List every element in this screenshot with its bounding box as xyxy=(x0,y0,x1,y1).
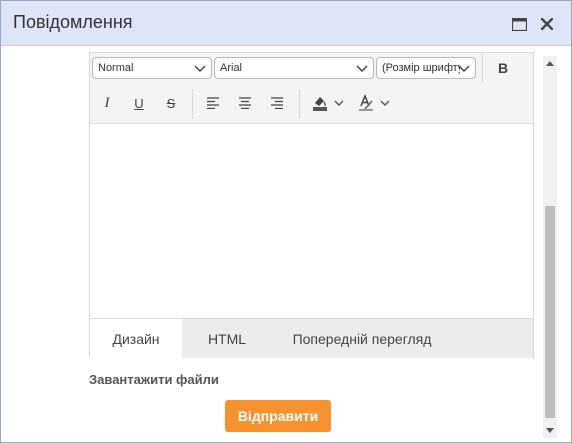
tab-html[interactable]: HTML xyxy=(182,319,272,358)
align-left-button[interactable] xyxy=(202,92,224,114)
editor-content-area[interactable] xyxy=(90,123,533,318)
bold-button[interactable]: B xyxy=(492,57,514,79)
rich-text-editor: Normal Arial (Розмір шрифту) B I U S Диз… xyxy=(89,52,534,358)
scroll-up-icon xyxy=(546,61,554,66)
font-family-value: Arial xyxy=(220,62,243,74)
align-right-button[interactable] xyxy=(266,92,288,114)
chevron-down-icon xyxy=(380,100,390,106)
toolbar-row-2: I U S xyxy=(90,85,533,121)
toolbar-divider xyxy=(192,89,193,119)
chevron-down-icon xyxy=(458,65,470,73)
italic-button[interactable]: I xyxy=(96,92,118,114)
align-center-icon xyxy=(239,97,251,109)
paragraph-format-value: Normal xyxy=(98,62,134,74)
chevron-down-icon xyxy=(194,65,206,73)
scroll-up-button[interactable] xyxy=(543,56,557,70)
font-color-icon xyxy=(359,94,373,111)
font-color-button[interactable] xyxy=(354,92,394,114)
message-dialog: Повідомлення Normal Arial (Розмір шрифту… xyxy=(0,0,572,443)
align-right-icon xyxy=(271,97,283,109)
align-center-button[interactable] xyxy=(234,92,256,114)
send-button[interactable]: Відправити xyxy=(225,400,331,432)
dialog-title: Повідомлення xyxy=(13,12,133,32)
vertical-scrollbar[interactable] xyxy=(543,56,557,438)
scroll-thumb[interactable] xyxy=(545,206,555,418)
toolbar-divider xyxy=(482,55,483,83)
title-bar: Повідомлення xyxy=(1,1,571,46)
scroll-down-button[interactable] xyxy=(543,424,557,438)
align-left-icon xyxy=(207,97,219,109)
tab-preview[interactable]: Попередній перегляд xyxy=(272,319,452,358)
dialog-content: Normal Arial (Розмір шрифту) B I U S Диз… xyxy=(1,46,571,442)
maximize-icon xyxy=(511,17,527,31)
close-button[interactable] xyxy=(538,15,556,33)
tab-design[interactable]: Дизайн xyxy=(90,319,182,358)
editor-mode-tabs: Дизайн HTML Попередній перегляд xyxy=(90,318,533,358)
paragraph-format-select[interactable]: Normal xyxy=(92,57,212,79)
highlight-color-button[interactable] xyxy=(308,92,348,114)
font-size-value: (Розмір шрифту) xyxy=(382,62,460,74)
toolbar-divider xyxy=(299,89,300,119)
upload-files-link[interactable]: Завантажити файли xyxy=(89,372,219,387)
highlight-color-icon xyxy=(313,97,327,111)
chevron-down-icon xyxy=(356,65,368,73)
underline-button[interactable]: U xyxy=(128,92,150,114)
strikethrough-button[interactable]: S xyxy=(160,92,182,114)
scroll-down-icon xyxy=(546,428,554,433)
font-family-select[interactable]: Arial xyxy=(214,57,374,79)
chevron-down-icon xyxy=(334,100,344,106)
maximize-button[interactable] xyxy=(510,15,528,33)
toolbar-row-1: Normal Arial (Розмір шрифту) B xyxy=(90,53,533,83)
close-icon xyxy=(541,18,553,30)
font-size-select[interactable]: (Розмір шрифту) xyxy=(376,57,476,79)
